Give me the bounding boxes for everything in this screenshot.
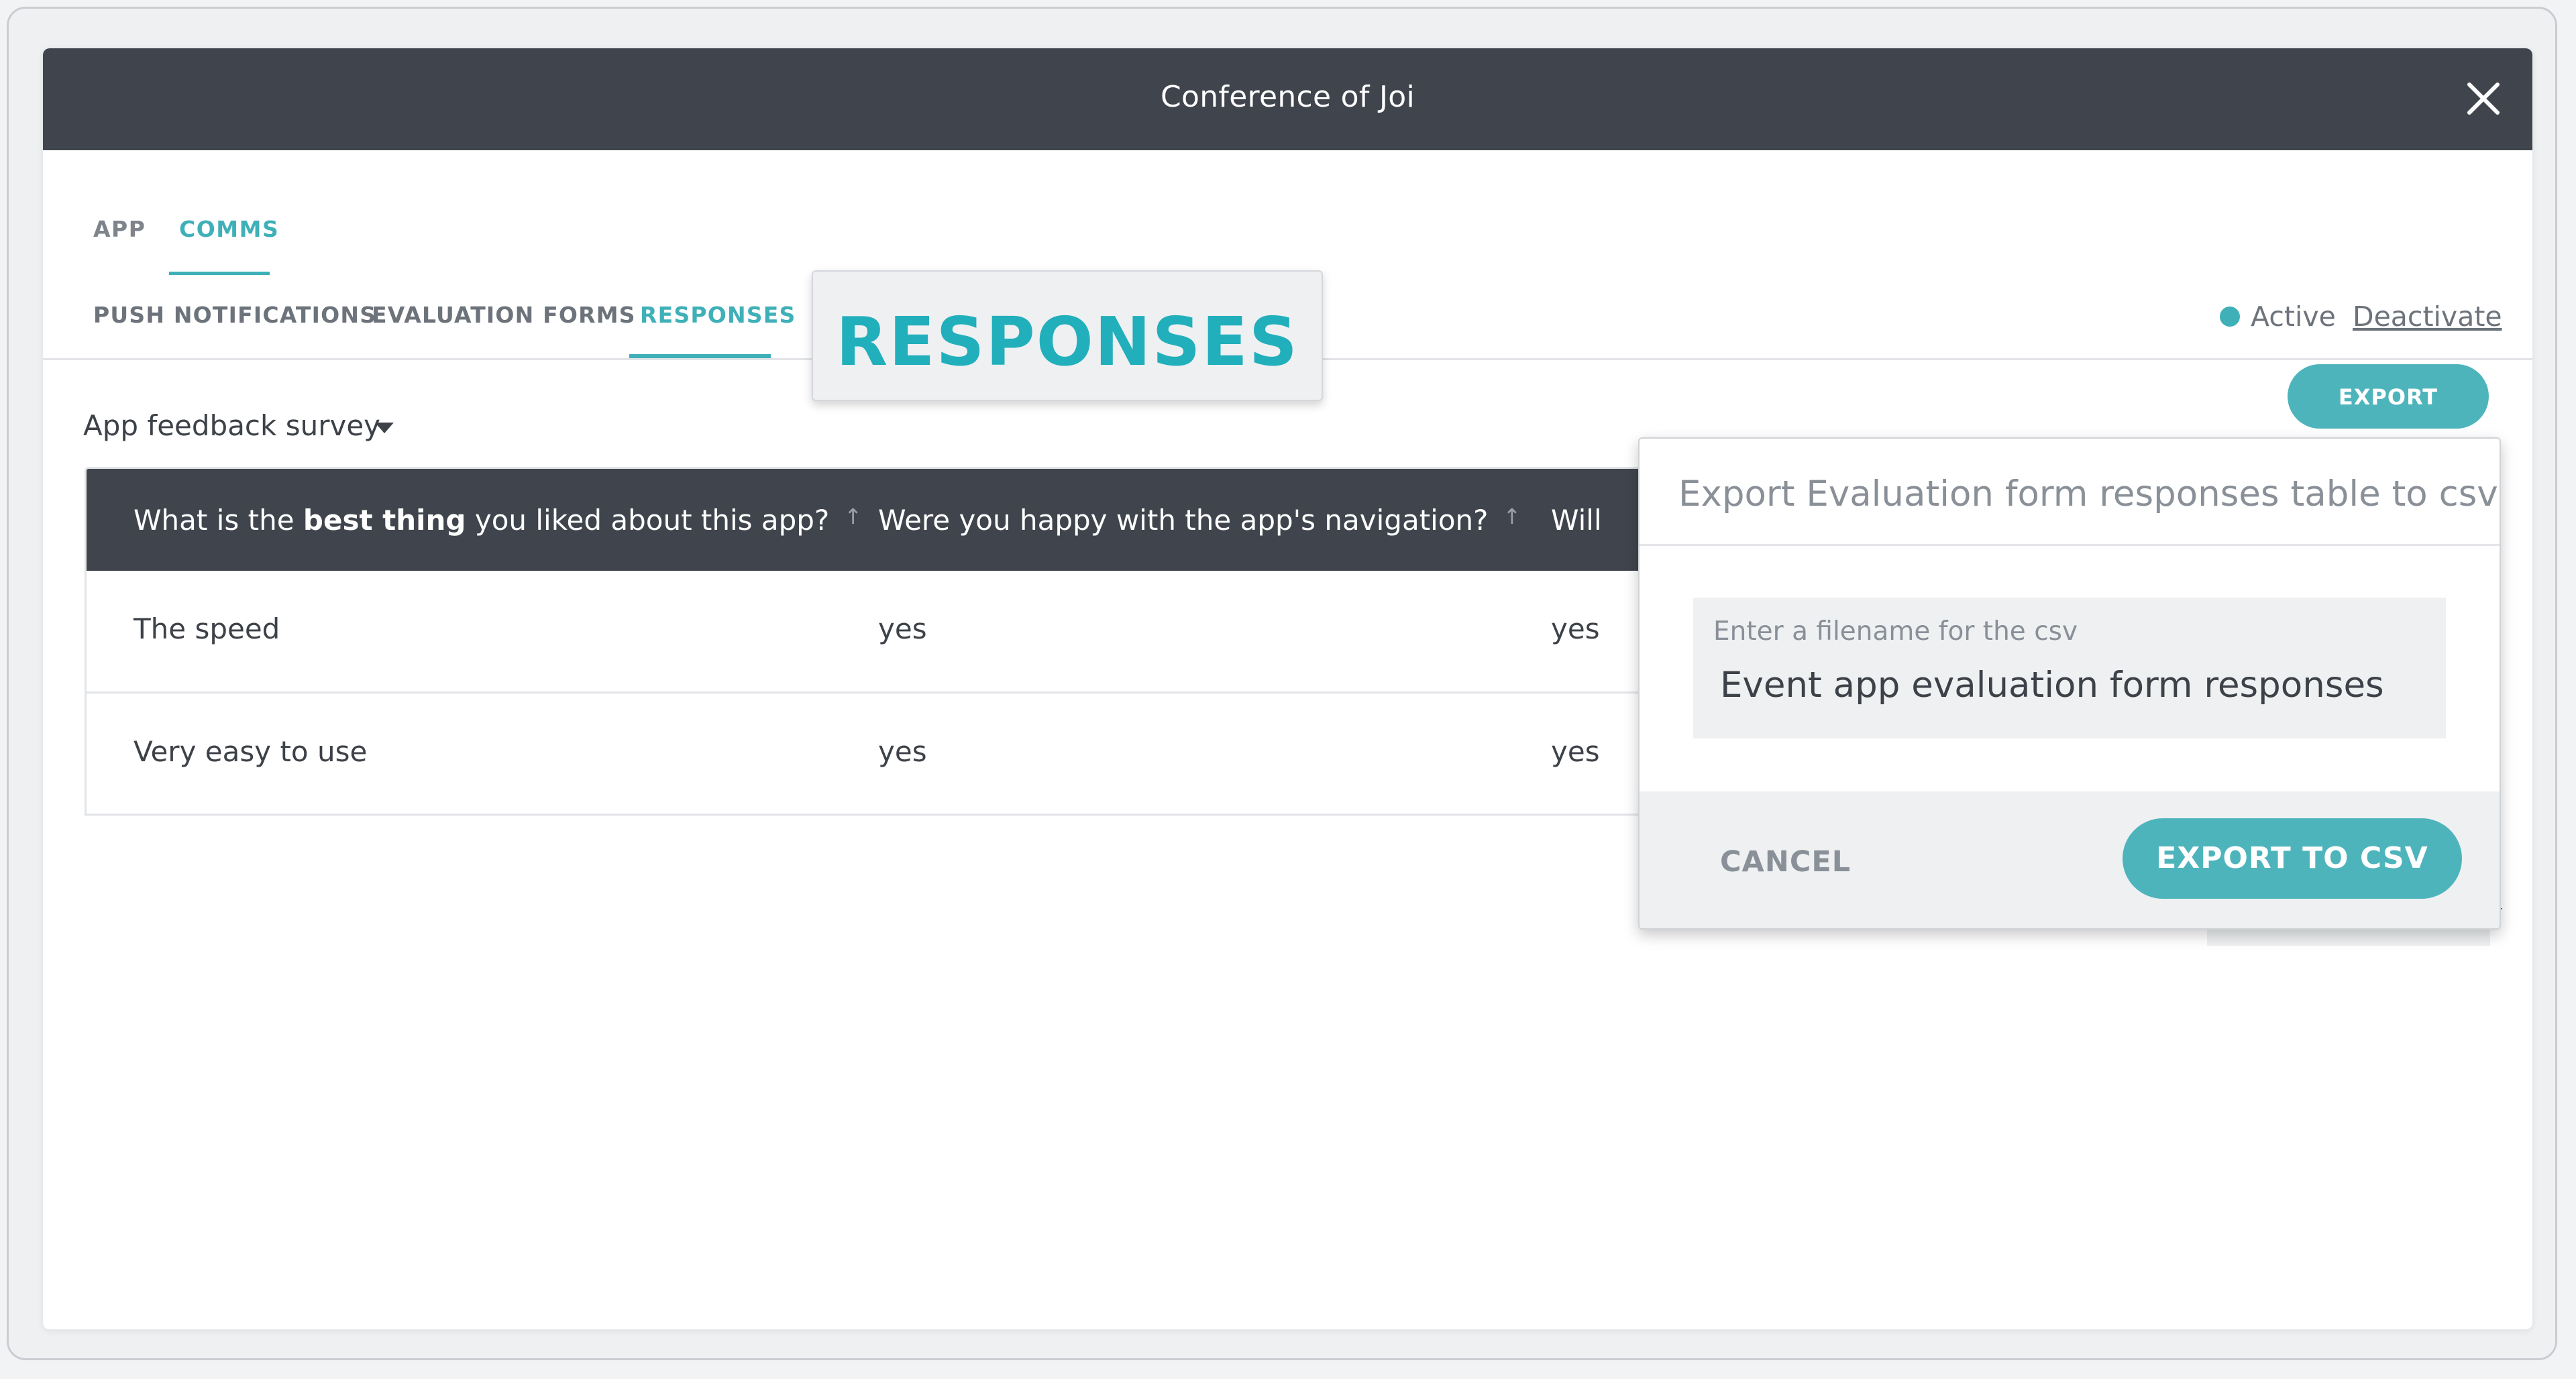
active-tab-indicator bbox=[169, 272, 270, 275]
tab-comms[interactable]: COMMS bbox=[179, 216, 279, 242]
callout-label: RESPONSES bbox=[836, 302, 1299, 381]
dialog-divider bbox=[1640, 544, 2500, 546]
column-header-will[interactable]: Will bbox=[1551, 504, 1602, 537]
event-window: Conference of Joi APP COMMS PUSH NOTIFIC… bbox=[43, 48, 2532, 1329]
dialog-footer: CANCEL EXPORT TO CSV bbox=[1640, 791, 2500, 928]
screenshot-frame: Conference of Joi APP COMMS PUSH NOTIFIC… bbox=[7, 7, 2557, 1360]
filename-label: Enter a filename for the csv bbox=[1713, 616, 2078, 647]
table-cell: Very easy to use bbox=[133, 735, 368, 768]
table-cell: yes bbox=[878, 735, 927, 768]
cancel-button[interactable]: CANCEL bbox=[1720, 845, 1851, 879]
table-cell: yes bbox=[1551, 612, 1600, 645]
export-csv-dialog: Export Evaluation form responses table t… bbox=[1638, 437, 2501, 930]
column-header-best-thing[interactable]: What is the best thing you liked about t… bbox=[133, 504, 862, 537]
deactivate-link[interactable]: Deactivate bbox=[2353, 300, 2502, 333]
status-label: Active bbox=[2251, 300, 2336, 333]
header-bold-text: best thing bbox=[303, 504, 466, 537]
dialog-title: Export Evaluation form responses table t… bbox=[1678, 474, 2498, 514]
chevron-down-icon[interactable] bbox=[375, 423, 394, 433]
filename-value[interactable]: Event app evaluation form responses bbox=[1720, 665, 2384, 706]
tab-responses[interactable]: RESPONSES bbox=[640, 302, 796, 328]
sort-arrow-icon[interactable]: ↑ bbox=[1503, 504, 1521, 529]
table-cell: yes bbox=[878, 612, 927, 645]
export-button[interactable]: EXPORT bbox=[2288, 364, 2489, 429]
title-bar: Conference of Joi bbox=[43, 48, 2532, 150]
tab-app[interactable]: APP bbox=[93, 216, 146, 242]
close-icon[interactable] bbox=[2460, 75, 2507, 122]
filename-input[interactable]: Enter a filename for the csv Event app e… bbox=[1693, 598, 2446, 738]
column-header-navigation[interactable]: Were you happy with the app's navigation… bbox=[878, 504, 1521, 537]
table-cell: yes bbox=[1551, 735, 1600, 768]
table-cell: The speed bbox=[133, 612, 280, 645]
sort-arrow-icon[interactable]: ↑ bbox=[844, 504, 862, 529]
window-title: Conference of Joi bbox=[1160, 80, 1415, 114]
responses-callout: RESPONSES bbox=[812, 270, 1323, 401]
survey-dropdown[interactable]: App feedback survey bbox=[83, 409, 380, 442]
tab-evaluation-forms[interactable]: EVALUATION FORMS bbox=[372, 302, 636, 328]
header-text: Were you happy with the app's navigation… bbox=[878, 504, 1489, 537]
export-to-csv-button[interactable]: EXPORT TO CSV bbox=[2123, 818, 2462, 899]
header-text: you liked about this app? bbox=[466, 504, 830, 537]
tab-push-notifications[interactable]: PUSH NOTIFICATIONS bbox=[93, 302, 376, 328]
header-text: What is the bbox=[133, 504, 303, 537]
status-dot-icon bbox=[2220, 307, 2240, 327]
